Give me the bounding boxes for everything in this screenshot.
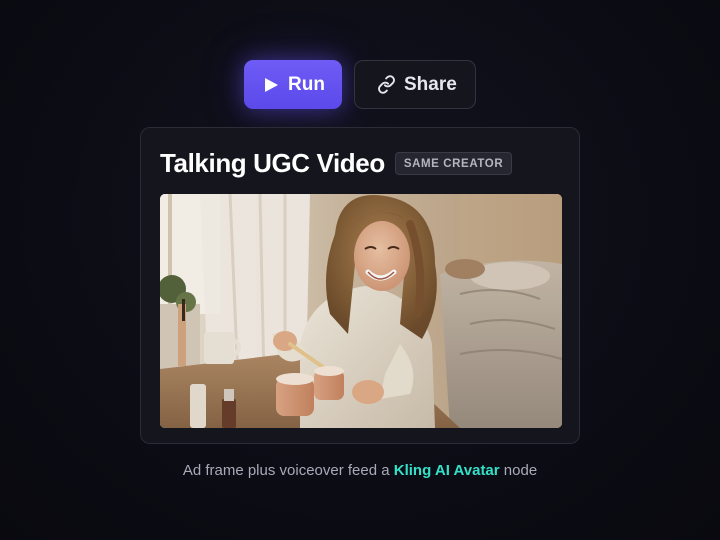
run-button-label: Run — [288, 73, 325, 95]
play-icon — [264, 77, 279, 93]
caption: Ad frame plus voiceover feed a Kling AI … — [0, 462, 720, 479]
video-node-card[interactable]: Talking UGC Video SAME CREATOR — [140, 127, 580, 444]
caption-highlight: Kling AI Avatar — [393, 462, 500, 479]
canvas: Run Share Talking UGC Video SAME CREATOR — [0, 0, 720, 540]
card-header: Talking UGC Video SAME CREATOR — [160, 148, 513, 179]
run-button[interactable]: Run — [244, 60, 342, 109]
share-button[interactable]: Share — [354, 60, 476, 109]
caption-prefix: Ad frame plus voiceover feed a — [182, 462, 394, 479]
card-title: Talking UGC Video — [160, 148, 385, 178]
share-button-label: Share — [404, 73, 457, 95]
toolbar: Run Share — [244, 60, 476, 109]
caption-suffix: node — [499, 462, 538, 479]
video-preview-image[interactable] — [160, 194, 562, 428]
status-badge: SAME CREATOR — [394, 152, 513, 175]
link-icon — [377, 75, 396, 94]
